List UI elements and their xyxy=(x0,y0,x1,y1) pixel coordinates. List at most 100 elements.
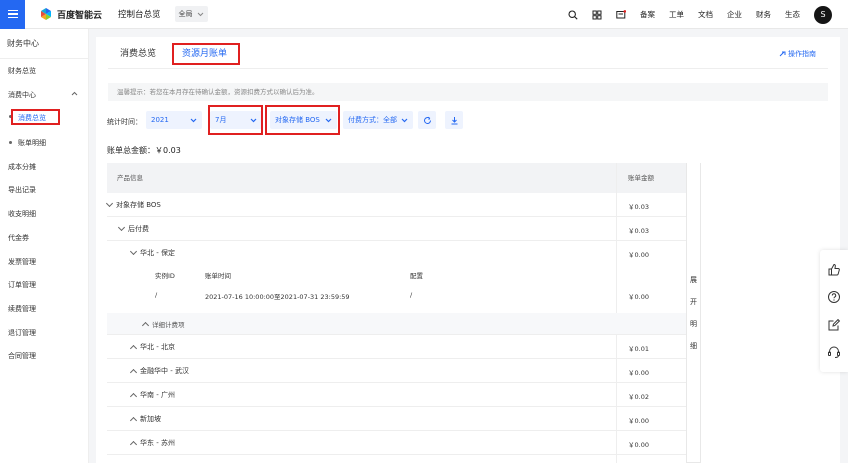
main-panel: 消费总览 资源月账单 操作指南 温馨提示：若您在本月存在待确认金额，资源扣费方式… xyxy=(96,37,840,463)
hamburger-menu-button[interactable] xyxy=(0,0,25,29)
row-name: 华北 - 保定 xyxy=(140,249,175,257)
chevron-up-icon[interactable] xyxy=(129,344,138,352)
sidebar-item-refund[interactable]: 退订管理 xyxy=(8,328,36,338)
region-select[interactable]: 全局 xyxy=(174,6,208,22)
sidebar-item-export-records[interactable]: 导出记录 xyxy=(8,185,36,195)
filter-label: 统计时间： xyxy=(107,118,142,126)
detail-toggle-label: 详细计费项 xyxy=(152,321,185,329)
row-name: 新加坡 xyxy=(140,415,161,423)
detail-header-time: 账单时间 xyxy=(205,272,231,280)
top-nav: 备案 工单 文档 企业 财务 生态 S xyxy=(568,0,832,29)
chevron-up-icon[interactable] xyxy=(129,416,138,424)
detail-header-id: 实例ID xyxy=(155,272,175,280)
table-row[interactable]: 华南 - 广州 ￥0.02 xyxy=(107,383,686,407)
sidebar-item-income-expense[interactable]: 收支明细 xyxy=(8,209,36,219)
sidebar-item-vouchers[interactable]: 代金券 xyxy=(8,233,29,243)
bill-total: 账单总金额：￥0.03 xyxy=(107,146,181,155)
table-header xyxy=(107,163,686,193)
detail-id: / xyxy=(155,291,158,299)
detail-toggle-row[interactable]: 详细计费项 xyxy=(107,313,686,335)
sidebar-item-renewal[interactable]: 续费管理 xyxy=(8,304,36,314)
sidebar-item-consumption-center[interactable]: 消费中心 xyxy=(8,90,36,100)
nav-finance[interactable]: 财务 xyxy=(756,9,771,20)
sidebar-title: 财务中心 xyxy=(0,29,88,59)
chevron-down-icon xyxy=(190,118,197,122)
row-amount: ￥0.03 xyxy=(628,227,649,235)
sidebar-item-cost-allocation[interactable]: 成本分摊 xyxy=(8,162,36,172)
table-row[interactable]: 华北 - 保定 ￥0.00 xyxy=(107,241,686,265)
row-name: 金融华中 - 武汉 xyxy=(140,367,189,375)
user-avatar[interactable]: S xyxy=(814,5,832,24)
row-name: 对象存储 BOS xyxy=(116,201,161,209)
console-overview-link[interactable]: 控制台总览 xyxy=(118,8,161,20)
table-row[interactable]: 金融华中 - 武汉 ￥0.00 xyxy=(107,359,686,383)
row-amount: ￥0.00 xyxy=(628,251,649,259)
table-row[interactable]: 后付费 ￥0.03 xyxy=(107,217,686,241)
guide-link-label: 操作指南 xyxy=(788,50,816,58)
help-icon[interactable] xyxy=(827,290,841,304)
sidebar-item-finance-overview[interactable]: 财务总览 xyxy=(8,66,36,76)
nav-ticket[interactable]: 工单 xyxy=(669,9,684,20)
detail-amount: ￥0.00 xyxy=(628,293,649,301)
expand-detail-button[interactable]: 展 开 明 细 xyxy=(686,163,701,463)
chevron-down-icon[interactable] xyxy=(117,223,126,232)
nav-ecosystem[interactable]: 生态 xyxy=(785,9,800,20)
guide-link[interactable]: 操作指南 xyxy=(779,49,816,59)
header-bill-amount: 账单金额 xyxy=(628,174,654,182)
sidebar-item-invoice[interactable]: 发票管理 xyxy=(8,257,36,267)
expand-char: 展 xyxy=(690,275,697,284)
expand-char: 开 xyxy=(690,297,697,306)
detail-header-config: 配置 xyxy=(410,272,423,280)
sidebar-item-bill-detail[interactable]: 账单明细 xyxy=(18,138,46,148)
expand-char: 明 xyxy=(690,319,697,328)
row-amount: ￥0.00 xyxy=(628,369,649,377)
tab-consumption-overview[interactable]: 消费总览 xyxy=(120,43,156,65)
expand-char: 细 xyxy=(690,341,697,350)
chevron-down-icon[interactable] xyxy=(105,199,114,208)
baidu-cloud-logo-icon xyxy=(41,8,51,20)
search-icon[interactable] xyxy=(568,9,578,20)
row-amount: ￥0.00 xyxy=(628,441,649,449)
table-row[interactable]: 新加坡 ￥0.00 xyxy=(107,407,686,431)
floating-toolbar xyxy=(820,250,848,372)
chevron-up-icon[interactable] xyxy=(71,91,78,96)
tip-bar: 温馨提示：若您在本月存在待确认金额，资源扣费方式以确认后为准。 xyxy=(108,83,828,101)
pay-method-value: 付费方式：全部 xyxy=(348,116,397,124)
sidebar-item-orders[interactable]: 订单管理 xyxy=(8,280,36,290)
link-icon xyxy=(779,51,786,56)
chevron-down-icon xyxy=(401,118,408,122)
chevron-up-icon[interactable] xyxy=(129,440,138,448)
chevron-down-icon[interactable] xyxy=(129,247,138,256)
chevron-up-icon[interactable] xyxy=(129,368,138,376)
download-button[interactable] xyxy=(445,111,463,129)
row-name: 华北 - 北京 xyxy=(140,343,175,351)
pay-method-select[interactable]: 付费方式：全部 xyxy=(343,111,413,129)
logo[interactable]: 百度智能云 xyxy=(39,7,102,21)
edit-feedback-icon[interactable] xyxy=(827,318,841,332)
row-amount: ￥0.03 xyxy=(628,203,649,211)
tab-divider xyxy=(108,68,828,69)
chevron-up-icon[interactable] xyxy=(141,321,150,329)
chevron-up-icon[interactable] xyxy=(129,392,138,400)
nav-filing[interactable]: 备案 xyxy=(640,9,655,20)
year-select[interactable]: 2021 xyxy=(146,111,202,129)
thumbs-up-icon[interactable] xyxy=(827,263,841,277)
nav-docs[interactable]: 文档 xyxy=(698,9,713,20)
refresh-button[interactable] xyxy=(418,111,436,129)
grid-apps-icon[interactable] xyxy=(592,10,602,20)
table-row[interactable]: 对象存储 BOS ￥0.03 xyxy=(105,193,686,217)
logo-text: 百度智能云 xyxy=(57,10,103,21)
row-amount: ￥0.00 xyxy=(628,417,649,425)
row-name: 华东 - 苏州 xyxy=(140,439,175,447)
customer-service-icon[interactable] xyxy=(827,345,841,359)
refresh-icon xyxy=(423,116,431,124)
message-icon[interactable] xyxy=(616,9,626,20)
table-row[interactable]: 华东 - 苏州 ￥0.00 xyxy=(107,431,686,455)
row-amount: ￥0.01 xyxy=(628,345,649,353)
row-amount: ￥0.02 xyxy=(628,393,649,401)
highlight-box xyxy=(11,109,60,125)
highlight-box xyxy=(172,43,240,65)
nav-enterprise[interactable]: 企业 xyxy=(727,9,742,20)
sidebar-item-contracts[interactable]: 合同管理 xyxy=(8,351,36,361)
table-row[interactable]: 华北 - 北京 ￥0.01 xyxy=(107,335,686,359)
